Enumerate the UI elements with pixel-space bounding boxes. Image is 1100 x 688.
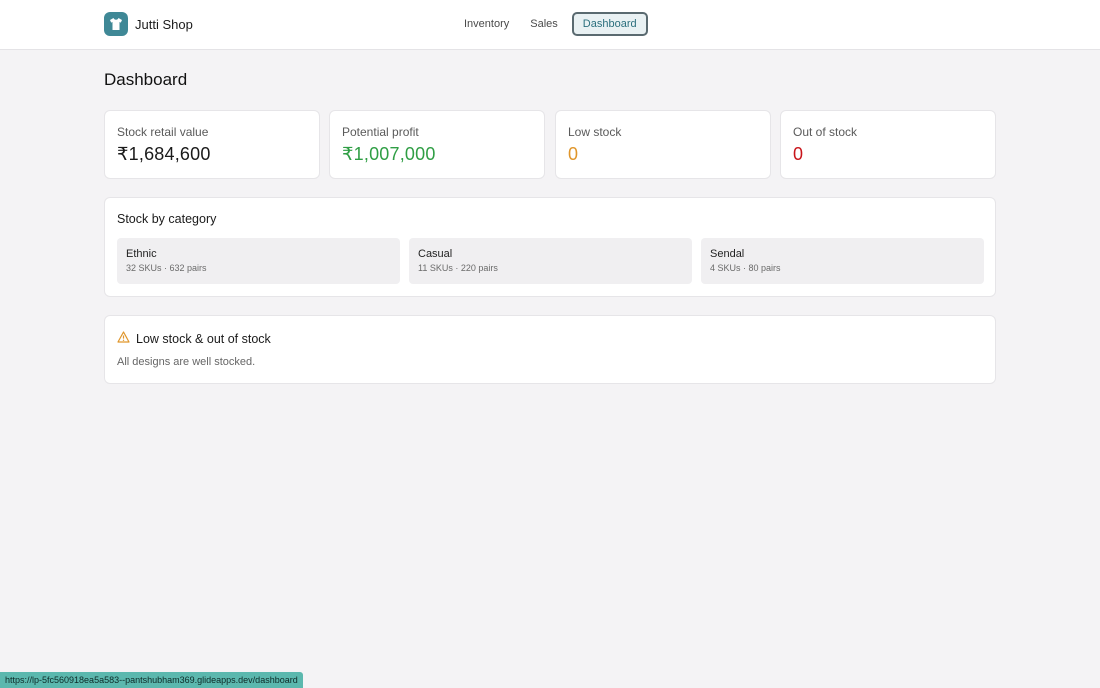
top-navbar: Jutti Shop Inventory Sales Dashboard (0, 0, 1100, 50)
alert-header: Low stock & out of stock (117, 330, 271, 348)
stat-value: 0 (568, 144, 579, 164)
stat-card-stock-retail-value: Stock retail value ₹1,684,600 (104, 110, 320, 179)
stat-value: ₹1,007,000 (342, 144, 436, 164)
page-title: Dashboard (104, 70, 188, 89)
stat-label: Low stock (568, 125, 622, 139)
brand[interactable]: Jutti Shop (104, 12, 193, 36)
stat-value: ₹1,684,600 (117, 144, 211, 164)
category-name: Ethnic (126, 248, 157, 260)
alert-message: All designs are well stocked. (117, 356, 256, 368)
category-tile-sendal[interactable]: Sendal 4 SKUs · 80 pairs (701, 238, 984, 284)
main-nav: Inventory Sales Dashboard (455, 12, 651, 36)
app-name: Jutti Shop (135, 16, 193, 32)
stat-value: 0 (793, 144, 804, 164)
category-name: Sendal (710, 248, 745, 260)
stat-card-potential-profit: Potential profit ₹1,007,000 (329, 110, 545, 179)
nav-sales[interactable]: Sales (521, 12, 567, 36)
status-url-bar: https://lp-5fc560918ea5a583--pantshubham… (0, 672, 303, 688)
stat-label: Out of stock (793, 125, 858, 139)
category-meta: 11 SKUs · 220 pairs (418, 263, 498, 273)
stat-label: Potential profit (342, 125, 419, 139)
stock-by-category-panel: Stock by category Ethnic 32 SKUs · 632 p… (104, 197, 996, 297)
category-meta: 4 SKUs · 80 pairs (710, 263, 781, 273)
category-name: Casual (418, 248, 453, 260)
tshirt-icon (104, 12, 128, 36)
category-tile-casual[interactable]: Casual 11 SKUs · 220 pairs (409, 238, 692, 284)
stat-card-low-stock: Low stock 0 (555, 110, 771, 179)
warning-icon (117, 330, 130, 348)
low-stock-alert-panel: Low stock & out of stock All designs are… (104, 315, 996, 384)
stat-label: Stock retail value (117, 125, 209, 139)
nav-dashboard[interactable]: Dashboard (571, 12, 648, 36)
alert-title: Low stock & out of stock (136, 332, 271, 346)
category-tile-ethnic[interactable]: Ethnic 32 SKUs · 632 pairs (117, 238, 400, 284)
stat-card-out-of-stock: Out of stock 0 (780, 110, 996, 179)
category-meta: 32 SKUs · 632 pairs (126, 263, 207, 273)
panel-title: Stock by category (117, 212, 217, 226)
nav-inventory[interactable]: Inventory (455, 12, 518, 36)
